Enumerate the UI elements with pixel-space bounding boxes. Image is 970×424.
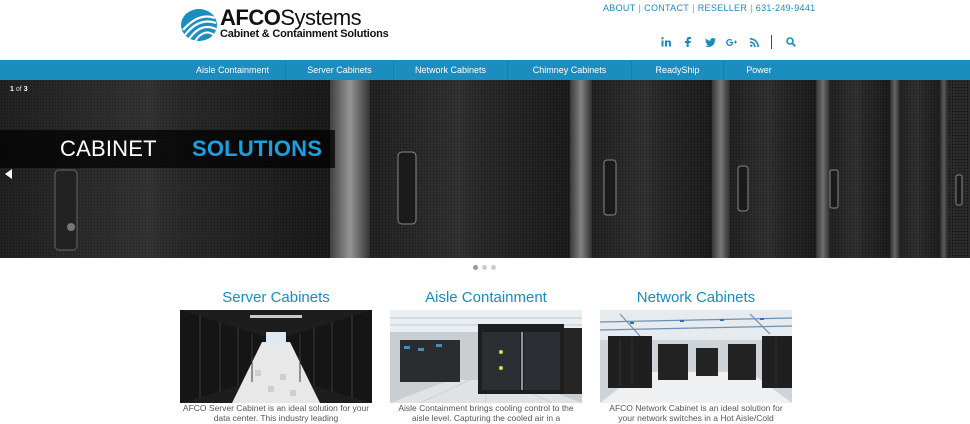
card-title[interactable]: Network Cabinets — [600, 288, 792, 308]
logo-globe-icon — [181, 9, 217, 42]
hero-slider: 1 of 3 CABINET SOLUTIONS — [0, 80, 970, 258]
linkedin-icon[interactable] — [655, 34, 677, 50]
card-image-aisle-containment[interactable] — [390, 310, 582, 403]
nav-item-readyship[interactable]: ReadyShip — [632, 60, 724, 80]
hero-image — [0, 80, 970, 258]
card-description: AFCO Network Cabinet is an ideal solutio… — [609, 403, 783, 423]
nav-items: Aisle Containment Server Cabinets Networ… — [180, 60, 794, 80]
main-nav: Aisle Containment Server Cabinets Networ… — [0, 60, 970, 80]
slide-counter: 1 of 3 — [10, 86, 28, 93]
reseller-link[interactable]: RESELLER — [698, 3, 747, 13]
slider-dot-2[interactable] — [482, 265, 487, 270]
caption-text-blue: SOLUTIONS — [192, 136, 323, 161]
site-header: AFCOSystems Cabinet & Containment Soluti… — [0, 0, 970, 60]
utility-links: ABOUT | CONTACT | RESELLER | 631-249-9441 — [603, 3, 816, 13]
search-icon[interactable] — [780, 34, 802, 50]
rss-icon[interactable] — [743, 34, 765, 50]
contact-link[interactable]: CONTACT — [644, 3, 689, 13]
nav-item-chimney-cabinets[interactable]: Chimney Cabinets — [508, 60, 632, 80]
social-divider — [771, 35, 772, 49]
card-server-cabinets: Server Cabinets AFCO Server Cabinet is a… — [180, 288, 372, 423]
card-description: Aisle Containment brings cooling control… — [398, 403, 574, 423]
nav-item-server-cabinets[interactable]: Server Cabinets — [286, 60, 394, 80]
phone-link[interactable]: 631-249-9441 — [756, 3, 816, 13]
card-title[interactable]: Server Cabinets — [180, 288, 372, 308]
nav-item-aisle-containment[interactable]: Aisle Containment — [180, 60, 286, 80]
logo-wordmark: AFCOSystems — [220, 5, 362, 30]
slider-dots — [473, 265, 500, 270]
slide-caption: CABINET SOLUTIONS — [0, 130, 335, 168]
slider-dot-1[interactable] — [473, 265, 478, 270]
prev-slide-arrow-icon[interactable] — [5, 169, 12, 179]
card-image-server-cabinets[interactable] — [180, 310, 372, 403]
google-plus-icon[interactable] — [721, 34, 743, 50]
card-aisle-containment: Aisle Containment Aisle Containment brin… — [390, 288, 582, 423]
logo-tagline: Cabinet & Containment Solutions — [220, 28, 389, 40]
twitter-icon[interactable] — [699, 34, 721, 50]
about-link[interactable]: ABOUT — [603, 3, 636, 13]
nav-item-power[interactable]: Power — [724, 60, 794, 80]
nav-item-network-cabinets[interactable]: Network Cabinets — [394, 60, 508, 80]
facebook-icon[interactable] — [677, 34, 699, 50]
social-icons — [655, 34, 802, 50]
card-title[interactable]: Aisle Containment — [390, 288, 582, 308]
card-description: AFCO Server Cabinet is an ideal solution… — [182, 403, 370, 423]
slider-dot-3[interactable] — [491, 265, 496, 270]
caption-text-white: CABINET — [60, 136, 157, 161]
card-network-cabinets: Network Cabinets AFCO Network Cabinet is… — [600, 288, 792, 423]
afco-logo[interactable]: AFCOSystems Cabinet & Containment Soluti… — [180, 6, 410, 46]
card-image-network-cabinets[interactable] — [600, 310, 792, 403]
